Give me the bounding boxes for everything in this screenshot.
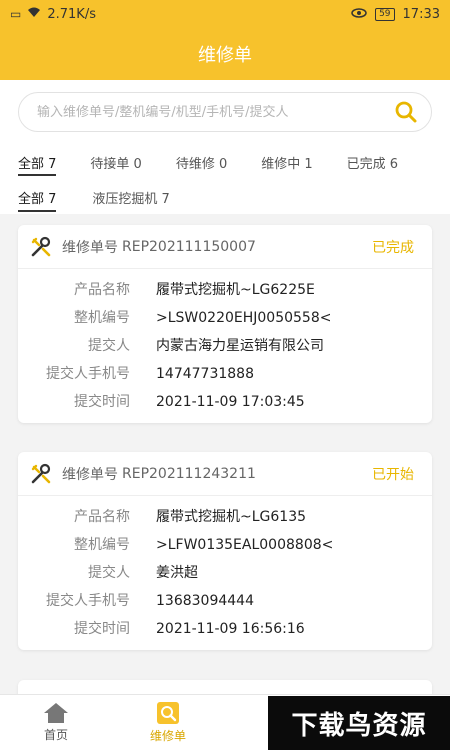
page-title: 维修单 bbox=[198, 45, 252, 66]
nav-repair-order-label: 维修单 bbox=[149, 729, 186, 743]
phone-row: 提交人手机号 14747731888 bbox=[18, 361, 432, 389]
time-label: 提交时间 bbox=[74, 394, 130, 410]
product-label: 产品名称 bbox=[74, 282, 130, 298]
product-row: 产品名称 履带式挖掘机~LG6225E bbox=[18, 277, 432, 305]
home-icon bbox=[44, 703, 68, 723]
order-card-header: 维修单号 REP202111243211 已开始 bbox=[18, 452, 432, 496]
status-tabs: 全部 7 待接单 0 待维修 0 维修中 1 已完成 6 bbox=[0, 144, 450, 180]
machine-label: 整机编号 bbox=[74, 310, 130, 326]
search-icon[interactable] bbox=[393, 99, 419, 125]
phone-label: 提交人手机号 bbox=[46, 593, 130, 609]
tab-repairing[interactable]: 维修中 1 bbox=[261, 144, 312, 180]
status-bar: ▭ 2.71K/s 59 17:33 bbox=[0, 0, 450, 28]
time-value: 2021-11-09 16:56:16 bbox=[156, 621, 305, 637]
clock: 17:33 bbox=[402, 6, 440, 22]
wrench-icon bbox=[30, 463, 52, 485]
wifi-icon bbox=[27, 7, 41, 22]
tab-pending-repair[interactable]: 待维修 0 bbox=[176, 144, 227, 180]
phone-value: 13683094444 bbox=[156, 593, 254, 609]
submitter-value: 姜洪超 bbox=[156, 565, 198, 581]
nav-home[interactable]: 首页 bbox=[0, 695, 112, 750]
search-area bbox=[0, 80, 450, 144]
order-number-label: 维修单号 bbox=[62, 466, 118, 483]
product-row: 产品名称 履带式挖掘机~LG6135 bbox=[18, 504, 432, 532]
order-number-label: 维修单号 bbox=[62, 239, 118, 256]
nav-repair-order[interactable]: 维修单 bbox=[112, 695, 224, 750]
battery-icon: 59 bbox=[375, 7, 395, 21]
wrench-icon bbox=[30, 236, 52, 258]
eye-icon bbox=[351, 7, 367, 22]
product-value: 履带式挖掘机~LG6135 bbox=[156, 509, 307, 525]
machine-row: 整机编号 >LSW0220EHJ0050558< bbox=[18, 305, 432, 333]
tab-all[interactable]: 全部 7 bbox=[18, 144, 57, 180]
order-number: REP202111243211 bbox=[122, 465, 256, 482]
order-card[interactable]: 维修单号 REP202111243211 已开始 产品名称 履带式挖掘机~LG6… bbox=[18, 452, 432, 650]
search-box[interactable] bbox=[18, 92, 432, 132]
time-label: 提交时间 bbox=[74, 621, 130, 637]
time-value: 2021-11-09 17:03:45 bbox=[156, 394, 305, 410]
submitter-value: 内蒙古海力星运销有限公司 bbox=[156, 338, 324, 354]
status-badge: 已完成 bbox=[372, 239, 414, 256]
machine-value: >LSW0220EHJ0050558< bbox=[156, 310, 332, 326]
phone-row: 提交人手机号 13683094444 bbox=[18, 588, 432, 616]
order-number: REP202111150007 bbox=[122, 238, 256, 255]
submitter-label: 提交人 bbox=[88, 565, 130, 581]
search-input[interactable] bbox=[37, 104, 393, 120]
time-row: 提交时间 2021-11-09 17:03:45 bbox=[18, 389, 432, 417]
phone-value: 14747731888 bbox=[156, 366, 254, 382]
order-card[interactable]: 维修单号 REP202111150007 已完成 产品名称 履带式挖掘机~LG6… bbox=[18, 225, 432, 423]
product-value: 履带式挖掘机~LG6225E bbox=[156, 282, 315, 298]
sim-icon: ▭ bbox=[10, 7, 22, 21]
tab-pending-accept[interactable]: 待接单 0 bbox=[90, 144, 141, 180]
nav-home-label: 首页 bbox=[43, 728, 68, 742]
phone-label: 提交人手机号 bbox=[46, 366, 130, 382]
title-bar: 维修单 bbox=[0, 28, 450, 80]
order-card-header: 维修单号 REP202111150007 已完成 bbox=[18, 225, 432, 269]
submitter-row: 提交人 姜洪超 bbox=[18, 560, 432, 588]
machine-label: 整机编号 bbox=[74, 537, 130, 553]
repair-order-icon bbox=[157, 702, 179, 724]
network-speed: 2.71K/s bbox=[47, 6, 96, 22]
product-label: 产品名称 bbox=[74, 509, 130, 525]
machine-value: >LFW0135EAL0008808< bbox=[156, 537, 334, 553]
type-tab-excavator[interactable]: 液压挖掘机 7 bbox=[92, 180, 169, 214]
submitter-row: 提交人 内蒙古海力星运销有限公司 bbox=[18, 333, 432, 361]
machine-row: 整机编号 >LFW0135EAL0008808< bbox=[18, 532, 432, 560]
watermark: 下载鸟资源 bbox=[268, 696, 450, 750]
submitter-label: 提交人 bbox=[88, 338, 130, 354]
time-row: 提交时间 2021-11-09 16:56:16 bbox=[18, 616, 432, 644]
type-tab-all[interactable]: 全部 7 bbox=[18, 180, 57, 214]
type-tabs: 全部 7 液压挖掘机 7 bbox=[0, 180, 450, 214]
tab-completed[interactable]: 已完成 6 bbox=[347, 144, 398, 180]
status-badge: 已开始 bbox=[372, 466, 414, 483]
